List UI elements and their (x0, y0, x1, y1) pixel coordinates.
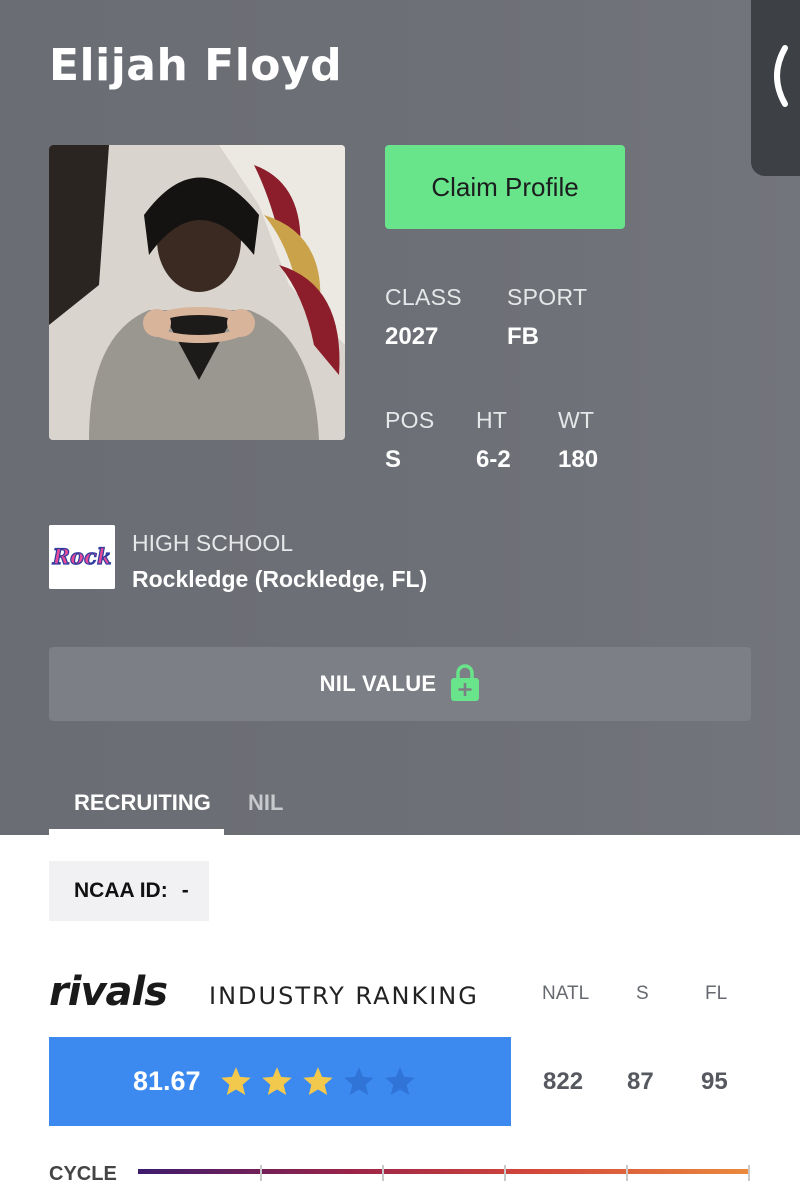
high-school-value[interactable]: Rockledge (Rockledge, FL) (132, 566, 427, 593)
high-school-label: HIGH SCHOOL (132, 530, 294, 556)
claim-profile-button[interactable]: Claim Profile (385, 145, 625, 229)
school-logo-text: Rock (52, 544, 112, 569)
ht-label: HT (476, 407, 508, 433)
star-empty-icon (343, 1066, 374, 1095)
cycle-tick (260, 1165, 262, 1181)
ncaa-id-box: NCAA ID: - (49, 861, 209, 921)
tab-nil[interactable]: NIL (248, 790, 283, 816)
sport-value: FB (507, 323, 539, 350)
player-name: Elijah Floyd (49, 40, 343, 91)
cycle-tick (626, 1165, 628, 1181)
star-filled-icon (302, 1066, 333, 1095)
star-filled-icon (261, 1066, 292, 1095)
rank-natl-value: 822 (543, 1068, 584, 1095)
star-empty-icon (384, 1066, 415, 1095)
cycle-timeline (138, 1169, 750, 1174)
class-stat: CLASS 2027 (385, 284, 462, 351)
pos-stat: POS S (385, 407, 434, 474)
wt-value: 180 (558, 446, 599, 473)
cycle-tick (382, 1165, 384, 1181)
pos-value: S (385, 446, 402, 473)
cycle-tick (748, 1165, 750, 1181)
school-logo[interactable]: Rock (49, 525, 115, 589)
ht-value: 6-2 (476, 446, 511, 473)
star-filled-icon (220, 1066, 251, 1095)
nil-value-label: NIL VALUE (319, 671, 437, 696)
rank-fl-value: 95 (701, 1068, 728, 1095)
sport-stat: SPORT FB (507, 284, 587, 351)
rating-bar[interactable]: 81.67 (49, 1037, 511, 1126)
tab-recruiting[interactable]: RECRUITING (74, 790, 211, 816)
rating-score: 81.67 (133, 1066, 201, 1096)
player-photo (49, 145, 345, 440)
sport-label: SPORT (507, 284, 588, 310)
lock-icon (451, 664, 480, 701)
class-value: 2027 (385, 323, 439, 350)
cycle-label: CYCLE (49, 1163, 117, 1185)
col-header-fl: FL (705, 983, 728, 1004)
side-drawer-tab[interactable] (751, 0, 800, 176)
cycle-tick (504, 1165, 506, 1181)
col-header-natl: NATL (542, 983, 590, 1004)
chevron-left-icon[interactable] (765, 44, 791, 108)
wt-stat: WT 180 (558, 407, 598, 474)
ncaa-id-value: - (181, 879, 189, 902)
rivals-logo-text: rivals (49, 972, 167, 1012)
industry-ranking-title: INDUSTRY RANKING (209, 982, 479, 1010)
col-header-s: S (636, 983, 649, 1004)
ht-stat: HT 6-2 (476, 407, 511, 474)
pos-label: POS (385, 407, 435, 433)
star-rating (219, 1065, 417, 1099)
active-tab-indicator (49, 829, 224, 835)
rivals-logo: rivals (49, 972, 168, 1012)
wt-label: WT (558, 407, 595, 433)
rank-s-value: 87 (627, 1068, 654, 1095)
class-label: CLASS (385, 284, 462, 310)
ncaa-id-label: NCAA ID: (74, 879, 168, 902)
nil-value-box[interactable]: NIL VALUE (49, 647, 751, 721)
